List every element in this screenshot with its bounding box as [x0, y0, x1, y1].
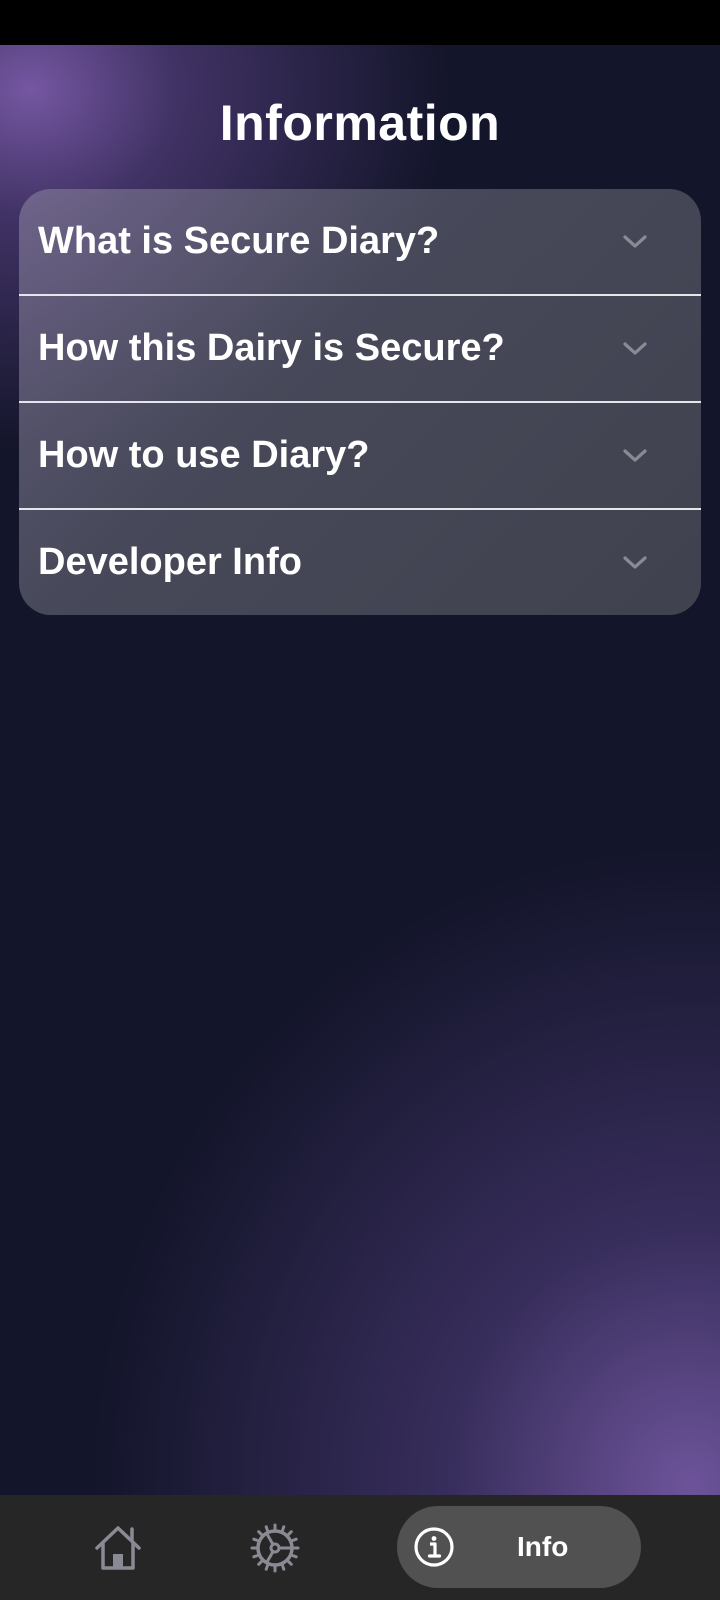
gear-icon [250, 1523, 300, 1573]
accordion-item-label: How to use Diary? [38, 434, 370, 476]
status-bar [0, 0, 720, 45]
accordion-item-how-to-use[interactable]: How to use Diary? [19, 401, 701, 508]
nav-info-button[interactable]: Info [397, 1506, 641, 1588]
chevron-down-icon [623, 341, 647, 355]
info-screen: Information What is Secure Diary? How th… [0, 45, 720, 1495]
bottom-navigation-bar: Info [0, 1495, 720, 1600]
accordion-item-what-is-secure-diary[interactable]: What is Secure Diary? [19, 189, 701, 294]
accordion-item-developer-info[interactable]: Developer Info [19, 508, 701, 615]
faq-accordion: What is Secure Diary? How this Dairy is … [19, 189, 701, 615]
info-icon [414, 1527, 454, 1567]
chevron-down-icon [623, 234, 647, 248]
nav-home-button[interactable] [88, 1523, 148, 1573]
chevron-down-icon [623, 448, 647, 462]
accordion-item-label: Developer Info [38, 541, 302, 583]
home-icon [95, 1526, 141, 1570]
accordion-item-label: What is Secure Diary? [38, 220, 440, 262]
chevron-down-icon [623, 555, 647, 569]
nav-info-label: Info [517, 1531, 569, 1562]
nav-settings-button[interactable] [247, 1522, 303, 1574]
accordion-item-how-secure[interactable]: How this Dairy is Secure? [19, 294, 701, 401]
page-title: Information [219, 95, 501, 151]
accordion-item-label: How this Dairy is Secure? [38, 327, 505, 369]
